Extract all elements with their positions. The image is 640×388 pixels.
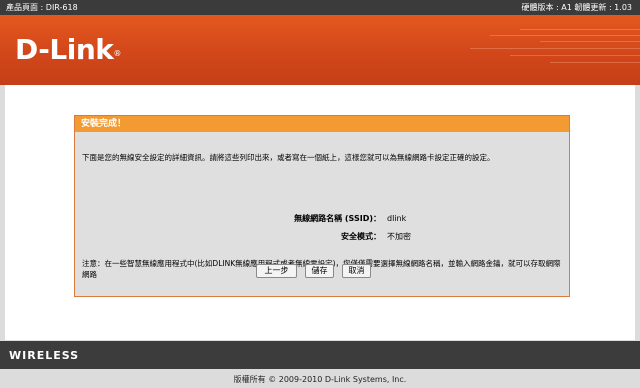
logo-registered-mark: ® bbox=[113, 49, 121, 58]
ssid-row: 無線網路名稱 (SSID)： dlink bbox=[75, 213, 569, 225]
cancel-button[interactable]: 取消 bbox=[342, 264, 371, 278]
copyright-text: 版權所有 © 2009-2010 D-Link Systems, Inc. bbox=[233, 375, 407, 384]
hardware-firmware-info: 硬體版本 : A1 韌體更新 : 1.03 bbox=[521, 3, 632, 12]
panel-description: 下面是您的無線安全設定的詳細資訊。請將這些列印出來，或者寫在一個紙上，這樣您就可… bbox=[82, 153, 495, 162]
brand-banner: D-Link® bbox=[0, 15, 640, 85]
ssid-value: dlink bbox=[387, 214, 407, 223]
footer-bar: WIRELESS bbox=[0, 341, 640, 369]
save-button[interactable]: 儲存 bbox=[305, 264, 334, 278]
security-mode-value: 不加密 bbox=[387, 232, 411, 241]
ssid-label: 無線網路名稱 (SSID)： bbox=[294, 214, 381, 223]
top-info-bar: 產品頁面 : DIR-618 硬體版本 : A1 韌體更新 : 1.03 bbox=[0, 0, 640, 15]
logo-text: D-Link bbox=[15, 33, 114, 66]
security-mode-label: 安全模式： bbox=[341, 232, 381, 241]
dlink-logo: D-Link® bbox=[15, 35, 121, 65]
product-page-label: 產品頁面 : DIR-618 bbox=[6, 3, 78, 12]
wireless-label: WIRELESS bbox=[9, 349, 80, 362]
panel-header: 安裝完成！ bbox=[75, 116, 569, 132]
previous-button[interactable]: 上一步 bbox=[256, 264, 297, 278]
main-content: 安裝完成！ 下面是您的無線安全設定的詳細資訊。請將這些列印出來，或者寫在一個紙上… bbox=[5, 85, 635, 340]
security-mode-row: 安全模式： 不加密 bbox=[75, 231, 569, 243]
panel-title: 安裝完成！ bbox=[81, 119, 127, 129]
